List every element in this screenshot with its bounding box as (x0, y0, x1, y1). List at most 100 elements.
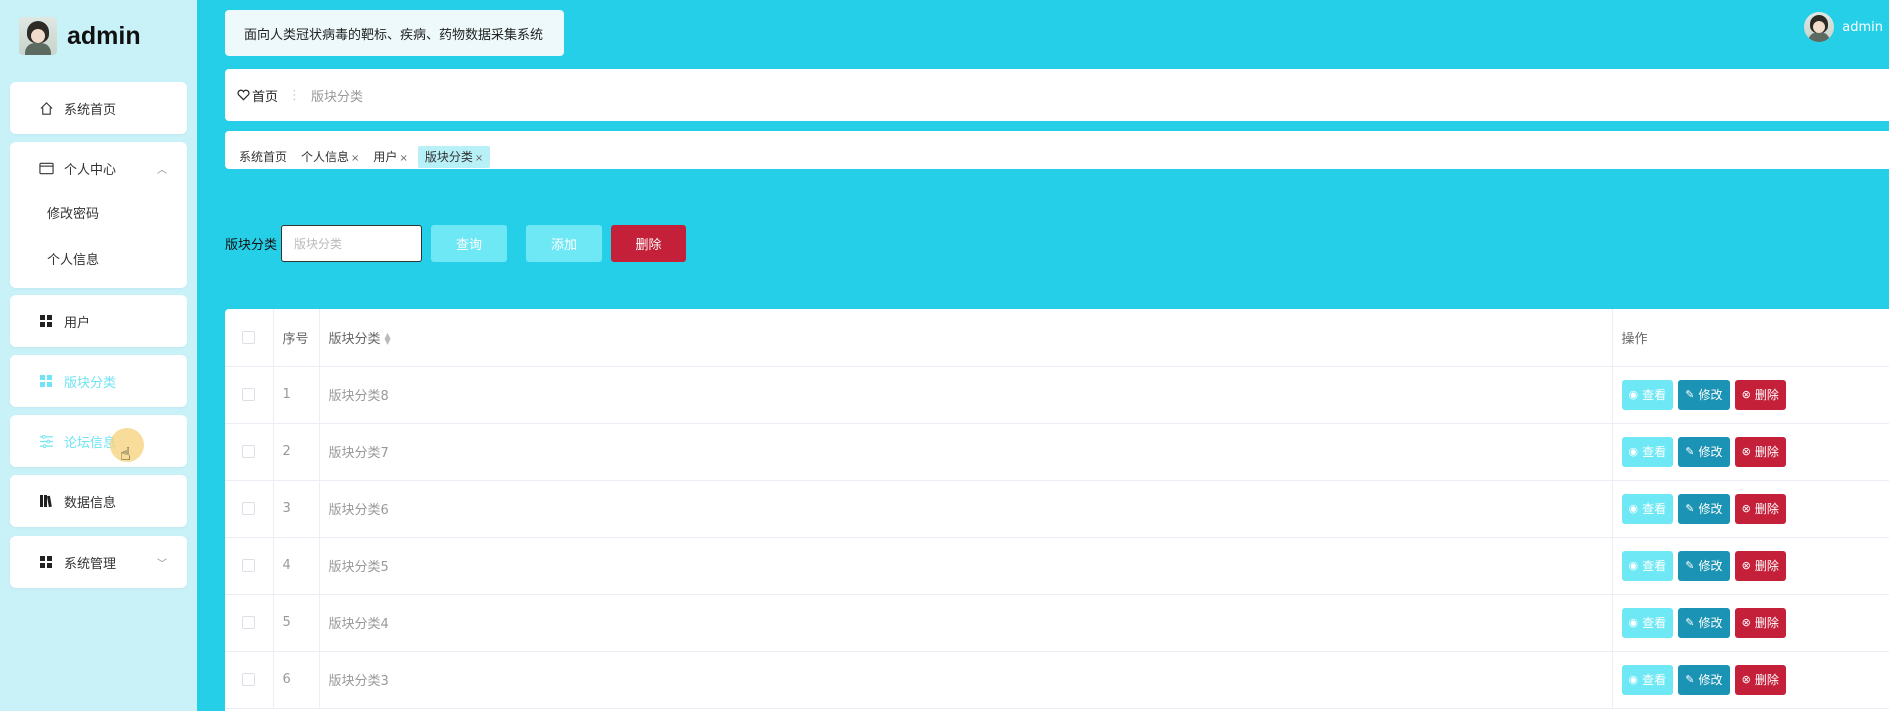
table-row: 1 版块分类8 ◉ 查看 ✎ 修改 ⊗ 删除 (225, 366, 1889, 424)
delete-button[interactable]: 删除 (611, 225, 687, 262)
delete-label: 删除 (1754, 559, 1779, 573)
books-icon (38, 493, 54, 509)
header-ops: 操作 (1612, 309, 1889, 367)
sidebar-item-data-info[interactable]: 数据信息 (10, 475, 187, 527)
edit-button[interactable]: ✎ 修改 (1678, 493, 1730, 524)
row-checkbox[interactable] (242, 673, 256, 686)
pencil-icon: ✎ (1685, 445, 1695, 458)
breadcrumb-home[interactable]: 首页 (237, 86, 278, 105)
row-checkbox[interactable] (242, 559, 256, 572)
sidebar-item-label: 版块分类 (64, 375, 117, 391)
tag-home[interactable]: 系统首页 (239, 146, 287, 168)
row-actions: ◉ 查看 ✎ 修改 ⊗ 删除 (1612, 480, 1889, 538)
row-checkbox[interactable] (242, 502, 256, 515)
row-delete-button[interactable]: ⊗ 删除 (1734, 664, 1786, 695)
view-label: 查看 (1642, 673, 1667, 687)
sidebar-subitem-change-password[interactable]: 修改密码 (10, 189, 187, 235)
row-name: 版块分类7 (319, 423, 1613, 481)
search-form: 版块分类 查询 添加 删除 (225, 225, 687, 262)
row-checkbox[interactable] (242, 616, 256, 629)
row-select-cell (225, 651, 274, 709)
view-label: 查看 (1642, 559, 1667, 573)
sidebar-item-label: 系统首页 (64, 102, 117, 118)
row-delete-button[interactable]: ⊗ 删除 (1734, 379, 1786, 410)
header-name[interactable]: 版块分类 ▲ ▼ (319, 309, 1613, 367)
close-circle-icon: ⊗ (1741, 388, 1751, 401)
edit-button[interactable]: ✎ 修改 (1678, 664, 1730, 695)
pencil-icon: ✎ (1685, 616, 1695, 629)
sidebar-item-system-management[interactable]: 系统管理 ﹀ (10, 536, 187, 588)
row-index: 3 (273, 480, 320, 538)
sidebar: admin 系统首页 个人中心 ︿ 修改密码 个人信息 用户 版块分类 论坛信息… (0, 0, 197, 711)
row-index: 6 (273, 651, 320, 709)
sidebar-item-forum-info[interactable]: 论坛信息 (10, 415, 187, 467)
view-button[interactable]: ◉ 查看 (1621, 664, 1674, 695)
avatar (1804, 12, 1835, 42)
user-menu[interactable]: admin (1804, 12, 1883, 42)
view-button[interactable]: ◉ 查看 (1621, 550, 1674, 581)
header-name-label: 版块分类 (328, 331, 381, 347)
edit-button[interactable]: ✎ 修改 (1678, 379, 1730, 410)
table-row: 6 版块分类3 ◉ 查看 ✎ 修改 ⊗ 删除 (225, 651, 1889, 709)
delete-label: 删除 (1754, 502, 1779, 516)
tag-label: 版块分类 (424, 150, 473, 164)
delete-label: 删除 (1754, 388, 1779, 402)
row-select-cell (225, 480, 274, 538)
sidebar-item-users[interactable]: 用户 (10, 295, 187, 347)
grid-icon (38, 373, 54, 389)
tag-section-category[interactable]: 版块分类 × (417, 146, 491, 168)
eye-icon: ◉ (1628, 673, 1639, 686)
row-index: 1 (273, 366, 320, 424)
row-name: 版块分类5 (319, 537, 1613, 595)
row-delete-button[interactable]: ⊗ 删除 (1734, 436, 1786, 467)
row-name: 版块分类8 (319, 366, 1613, 424)
close-icon[interactable]: × (351, 153, 359, 164)
select-all-checkbox[interactable] (242, 330, 256, 344)
add-button[interactable]: 添加 (526, 225, 603, 262)
row-name: 版块分类6 (319, 480, 1613, 538)
row-actions: ◉ 查看 ✎ 修改 ⊗ 删除 (1612, 366, 1889, 424)
tag-label: 用户 (373, 150, 398, 164)
view-button[interactable]: ◉ 查看 (1621, 493, 1674, 524)
sidebar-subitem-personal-info[interactable]: 个人信息 (10, 235, 187, 281)
table-row: 5 版块分类4 ◉ 查看 ✎ 修改 ⊗ 删除 (225, 594, 1889, 652)
view-button[interactable]: ◉ 查看 (1621, 607, 1674, 638)
row-delete-button[interactable]: ⊗ 删除 (1734, 493, 1786, 524)
brand-name: admin (67, 21, 141, 50)
edit-button[interactable]: ✎ 修改 (1678, 550, 1730, 581)
close-circle-icon: ⊗ (1741, 502, 1751, 515)
row-delete-button[interactable]: ⊗ 删除 (1734, 550, 1786, 581)
row-select-cell (225, 594, 274, 652)
close-circle-icon: ⊗ (1741, 673, 1751, 686)
row-actions: ◉ 查看 ✎ 修改 ⊗ 删除 (1612, 651, 1889, 709)
edit-button[interactable]: ✎ 修改 (1678, 436, 1730, 467)
view-button[interactable]: ◉ 查看 (1621, 379, 1674, 410)
row-select-cell (225, 423, 274, 481)
sidebar-item-section-category[interactable]: 版块分类 (10, 355, 187, 407)
chevron-up-icon: ︿ (157, 164, 167, 176)
edit-label: 修改 (1698, 559, 1723, 573)
pencil-icon: ✎ (1685, 388, 1695, 401)
tag-personal-info[interactable]: 个人信息 × (301, 146, 359, 168)
close-circle-icon: ⊗ (1741, 616, 1751, 629)
close-icon[interactable]: × (399, 153, 407, 164)
tag-users[interactable]: 用户 × (373, 146, 407, 168)
heart-icon (237, 89, 250, 101)
row-checkbox[interactable] (242, 388, 256, 401)
view-button[interactable]: ◉ 查看 (1621, 436, 1674, 467)
close-icon[interactable]: × (475, 153, 483, 164)
row-index: 5 (273, 594, 320, 652)
sidebar-item-home[interactable]: 系统首页 (10, 82, 187, 134)
query-button[interactable]: 查询 (431, 225, 508, 262)
sort-icon[interactable]: ▲ ▼ (385, 332, 391, 346)
eye-icon: ◉ (1628, 616, 1639, 629)
edit-button[interactable]: ✎ 修改 (1678, 607, 1730, 638)
search-input[interactable] (281, 225, 423, 262)
edit-label: 修改 (1698, 616, 1723, 630)
breadcrumb-separator: ⋮ (288, 87, 302, 103)
row-checkbox[interactable] (242, 445, 256, 458)
row-delete-button[interactable]: ⊗ 删除 (1734, 607, 1786, 638)
row-actions: ◉ 查看 ✎ 修改 ⊗ 删除 (1612, 537, 1889, 595)
data-table: 序号 版块分类 ▲ ▼ 操作 1 版块分类8 ◉ 查看 ✎ 修改 ⊗ 删除 2 版块分类7 ◉ 查看 … (225, 309, 1889, 711)
sidebar-item-personal-center[interactable]: 个人中心 ︿ (10, 142, 187, 194)
